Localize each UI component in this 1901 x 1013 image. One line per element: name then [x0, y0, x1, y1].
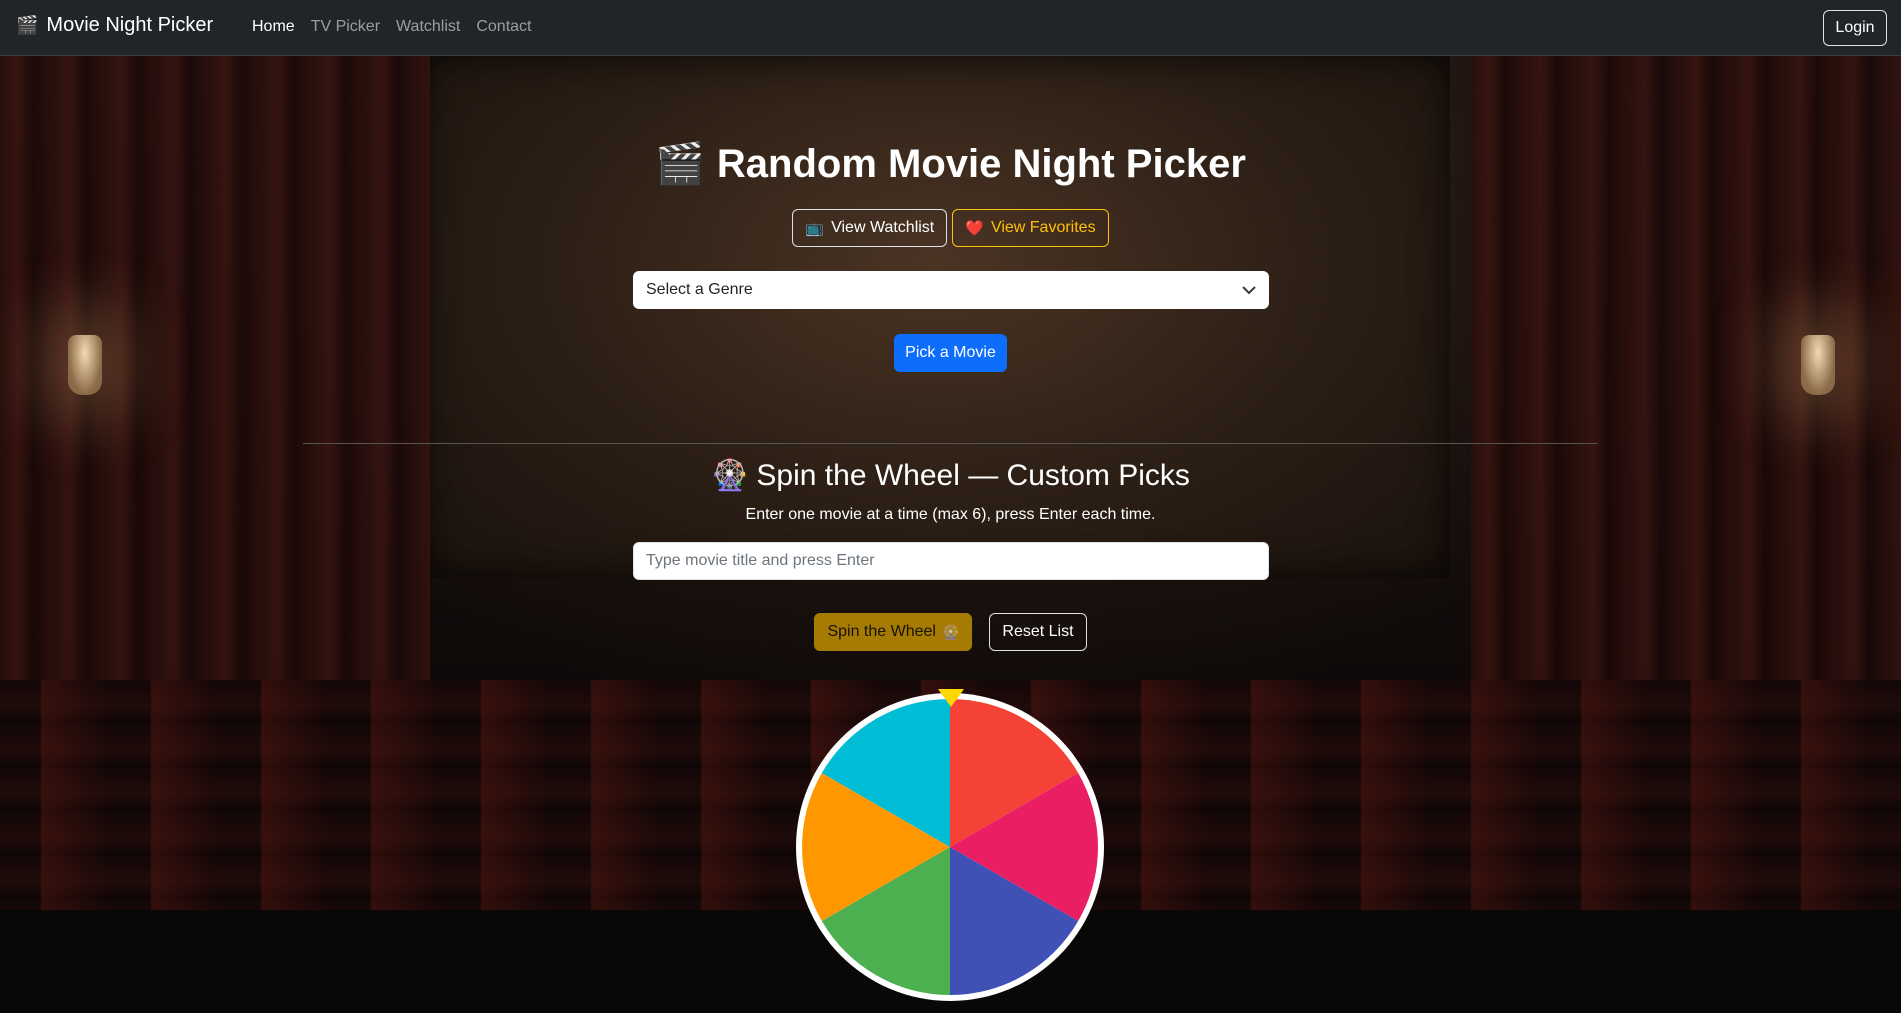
movie-title-input[interactable] — [633, 542, 1269, 580]
view-watchlist-label: View Watchlist — [831, 219, 935, 236]
view-favorites-button[interactable]: ❤️ View Favorites — [952, 209, 1109, 247]
spin-wheel-graphic — [796, 693, 1104, 1001]
brand-link[interactable]: 🎬 Movie Night Picker — [16, 14, 213, 37]
wheel-pointer — [938, 689, 964, 707]
navbar: 🎬 Movie Night Picker Home TV Picker Watc… — [0, 0, 1901, 56]
view-watchlist-button[interactable]: 📺 View Watchlist — [792, 209, 948, 247]
heart-icon: ❤️ — [965, 220, 984, 237]
wheel-section-title: 🎡 Spin the Wheel — Custom Picks — [0, 458, 1901, 493]
brand-label: Movie Night Picker — [46, 14, 214, 36]
ferris-wheel-icon: 🎡 — [941, 623, 960, 640]
spin-wheel[interactable] — [789, 686, 1111, 1008]
login-button[interactable]: Login — [1823, 10, 1887, 46]
wall-lamp-right — [1801, 335, 1835, 395]
page-title: 🎬 Random Movie Night Picker — [0, 140, 1901, 187]
spin-wheel-label: Spin the Wheel — [827, 623, 936, 640]
wheel-instructions: Enter one movie at a time (max 6), press… — [745, 506, 1156, 523]
wheel-section-title-text: Spin the Wheel — Custom Picks — [756, 459, 1190, 492]
nav-watchlist[interactable]: Watchlist — [396, 18, 460, 36]
chevron-down-icon — [1242, 282, 1256, 298]
pick-movie-button[interactable]: Pick a Movie — [894, 334, 1007, 372]
page-title-text: Random Movie Night Picker — [716, 142, 1246, 186]
view-favorites-label: View Favorites — [990, 219, 1096, 236]
spin-wheel-button[interactable]: Spin the Wheel 🎡 — [814, 613, 973, 651]
nav-links: Home TV Picker Watchlist Contact — [252, 18, 531, 36]
genre-select-value: Select a Genre — [646, 281, 753, 298]
ferris-wheel-icon: 🎡 — [711, 459, 749, 492]
tv-icon: 📺 — [805, 220, 825, 237]
nav-home[interactable]: Home — [252, 18, 295, 36]
nav-contact[interactable]: Contact — [476, 18, 531, 36]
theater-screen — [423, 56, 1450, 578]
hero-button-row: 📺 View Watchlist ❤️ View Favorites — [0, 209, 1901, 247]
wall-lamp-left — [68, 335, 102, 395]
clapperboard-icon: 🎬 — [655, 142, 705, 186]
genre-select[interactable]: Select a Genre — [633, 271, 1269, 309]
wheel-button-row: Spin the Wheel 🎡 Reset List — [0, 613, 1901, 651]
section-divider — [303, 443, 1598, 444]
nav-tv-picker[interactable]: TV Picker — [311, 18, 380, 36]
reset-list-button[interactable]: Reset List — [989, 613, 1087, 651]
clapperboard-icon: 🎬 — [16, 15, 39, 35]
